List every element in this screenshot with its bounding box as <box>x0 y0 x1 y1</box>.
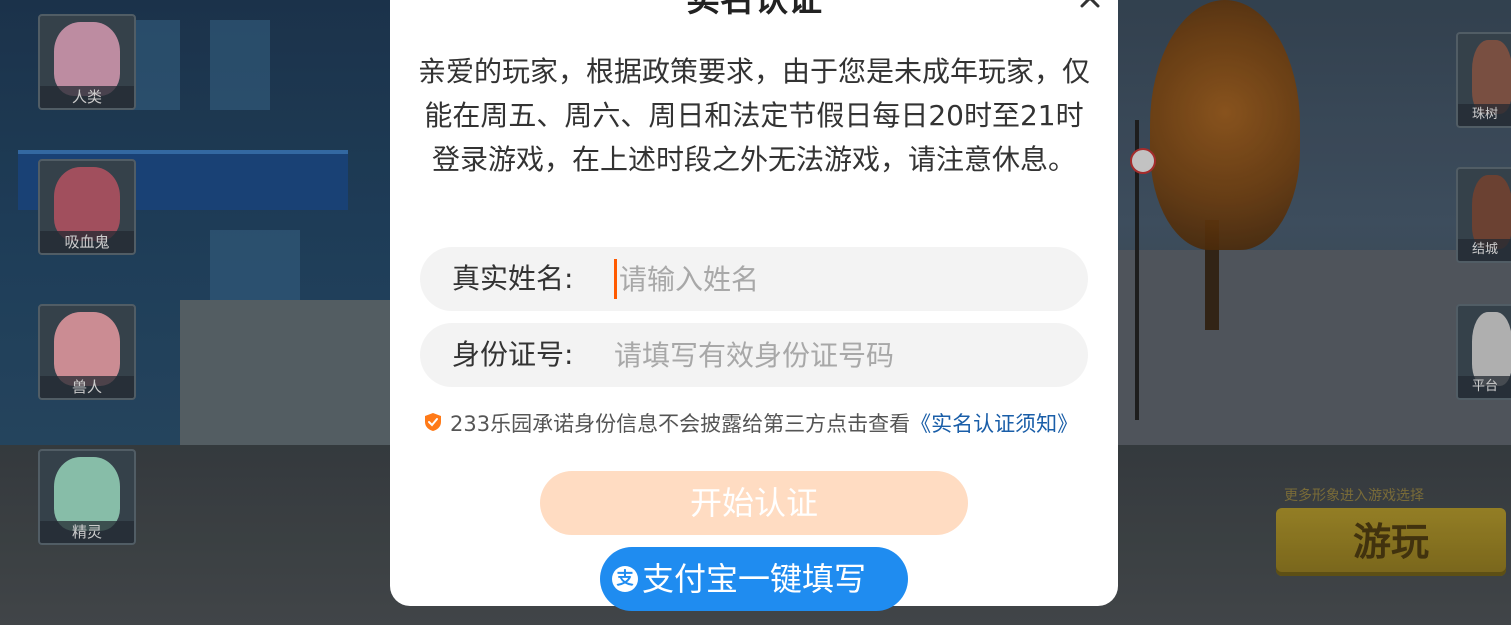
real-name-dialog: 实名认证 亲爱的玩家，根据政策要求，由于您是未成年玩家，仅能在周五、周六、周日和… <box>390 0 1118 611</box>
real-name-field: 真实姓名: <box>420 247 1088 311</box>
alipay-icon: 支 <box>612 566 638 592</box>
shield-icon <box>424 410 442 440</box>
minor-notice: 亲爱的玩家，根据政策要求，由于您是未成年玩家，仅能在周五、周六、周日和法定节假日… <box>418 55 1091 176</box>
close-icon[interactable] <box>1076 0 1104 14</box>
dialog-title: 实名认证 <box>686 0 822 20</box>
verification-notice-link[interactable]: 《实名认证须知》 <box>910 412 1078 436</box>
privacy-promise-text: 233乐园承诺身份信息不会披露给第三方点击查看 <box>450 412 911 436</box>
real-name-input[interactable] <box>614 259 1059 299</box>
alipay-autofill-label: 支付宝一键填写 <box>642 560 867 598</box>
start-verification-button[interactable]: 开始认证 <box>540 471 968 535</box>
id-number-field: 身份证号: <box>420 323 1088 387</box>
alipay-autofill-button[interactable]: 支 支付宝一键填写 <box>600 547 908 611</box>
real-name-label: 真实姓名: <box>452 262 574 295</box>
id-number-label: 身份证号: <box>452 338 574 371</box>
privacy-promise: 233乐园承诺身份信息不会披露给第三方点击查看《实名认证须知》 <box>424 409 1078 440</box>
id-number-input[interactable] <box>614 335 1054 375</box>
